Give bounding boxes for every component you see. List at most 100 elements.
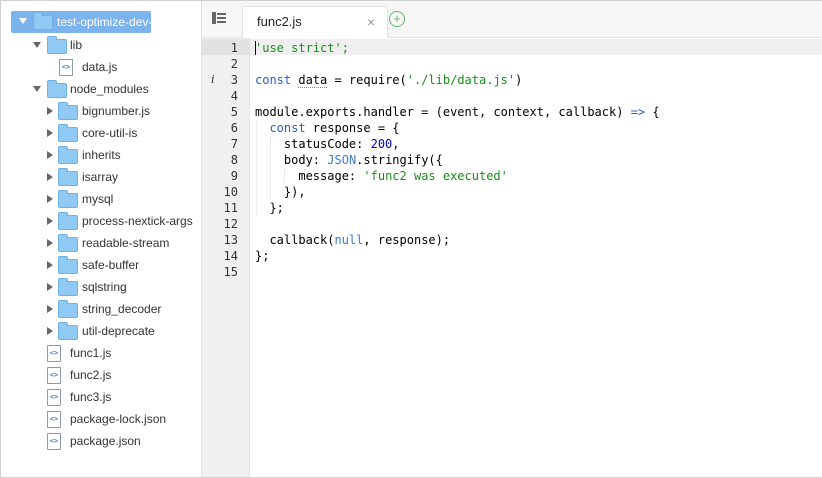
tree-label: package-lock.json (70, 412, 167, 426)
tree-label: safe-buffer (82, 258, 140, 272)
code-text: ) (515, 73, 523, 87)
string-token: 'use strict'; (255, 41, 349, 55)
code-text: response = { (305, 121, 400, 135)
code-line-8[interactable]: body: JSON.stringify({ (255, 152, 443, 168)
code-line-5[interactable]: module.exports.handler = (event, context… (255, 104, 660, 120)
tree-folder-node-modules[interactable]: node_modules (1, 79, 181, 99)
chevron-right-icon[interactable] (47, 261, 53, 269)
code-line-9[interactable]: message: 'func2 was executed' (255, 168, 508, 184)
tree-label: isarray (82, 170, 119, 184)
code-text: body: (283, 153, 328, 167)
tree-file-data-js[interactable]: data.js (1, 57, 181, 77)
folder-icon (47, 36, 67, 54)
tree-file[interactable]: package.json (1, 431, 181, 451)
line-number: 14 (223, 249, 238, 263)
tree-label: sqlstring (82, 280, 127, 294)
chevron-right-icon[interactable] (47, 217, 53, 225)
folder-icon (58, 124, 78, 142)
tab-title: func2.js (257, 14, 302, 29)
builtin-token: JSON (327, 153, 357, 167)
number-token: 200 (370, 137, 393, 151)
keyword-token: const (255, 73, 292, 87)
chevron-right-icon[interactable] (47, 239, 53, 247)
arrow-token: => (630, 105, 646, 119)
line-number: 13 (223, 233, 238, 247)
tab-func2-js[interactable]: func2.js × (242, 6, 388, 38)
tree-root-folder[interactable]: test-optimize-dev-fu (1, 11, 162, 33)
chevron-right-icon[interactable] (47, 195, 53, 203)
chevron-right-icon[interactable] (47, 327, 53, 335)
code-line-13[interactable]: callback(null, response); (255, 232, 450, 248)
tree-module-folder[interactable]: mysql (1, 189, 191, 209)
tree-module-folder[interactable]: process-nextick-args (1, 211, 193, 231)
code-text: module.exports.handler = (event, context… (255, 105, 631, 119)
tree-file[interactable]: func1.js (1, 343, 181, 363)
close-icon[interactable]: × (367, 14, 375, 30)
variable-token: data (298, 73, 328, 88)
code-text: statusCode: (283, 137, 371, 151)
tab-menu-icon[interactable] (212, 12, 226, 24)
code-text: }; (255, 249, 270, 263)
folder-icon (58, 256, 78, 274)
tree-module-folder[interactable]: isarray (1, 167, 191, 187)
code-line-11[interactable]: }; (255, 200, 284, 216)
line-number: 4 (230, 89, 238, 103)
chevron-right-icon[interactable] (47, 107, 53, 115)
chevron-right-icon[interactable] (47, 305, 53, 313)
code-line-14[interactable]: }; (255, 248, 269, 264)
code-line-6[interactable]: const response = { (255, 120, 400, 136)
tree-file[interactable]: func3.js (1, 387, 181, 407)
chevron-down-icon[interactable] (19, 18, 27, 24)
tree-module-folder[interactable]: inherits (1, 145, 191, 165)
code-text: }), (283, 185, 306, 199)
chevron-right-icon[interactable] (47, 283, 53, 291)
tree-module-folder[interactable]: bignumber.js (1, 101, 191, 121)
tree-module-folder[interactable]: util-deprecate (1, 321, 191, 341)
code-text: .stringify({ (356, 153, 443, 167)
line-number: 8 (230, 153, 238, 167)
tree-folder-lib[interactable]: lib (1, 35, 181, 55)
tree-module-folder[interactable]: core-util-is (1, 123, 191, 143)
line-number: 10 (223, 185, 238, 199)
code-line-1[interactable]: 'use strict'; (255, 40, 349, 56)
line-number: 12 (223, 217, 238, 231)
tree-label: data.js (82, 60, 118, 74)
tree-label: util-deprecate (82, 324, 155, 338)
tree-label: bignumber.js (82, 104, 151, 118)
tree-label: func1.js (70, 346, 112, 360)
folder-icon (58, 234, 78, 252)
tree-module-folder[interactable]: sqlstring (1, 277, 191, 297)
code-text: , (392, 137, 400, 151)
chevron-right-icon[interactable] (47, 151, 53, 159)
folder-icon (58, 300, 78, 318)
js-file-icon (47, 345, 61, 362)
tree-module-folder[interactable]: safe-buffer (1, 255, 191, 275)
tree-module-folder[interactable]: readable-stream (1, 233, 191, 253)
folder-icon (58, 168, 78, 186)
code-line-7[interactable]: statusCode: 200, (255, 136, 400, 152)
code-text: }; (269, 201, 284, 215)
chevron-down-icon[interactable] (33, 42, 41, 48)
tree-label: func3.js (70, 390, 112, 404)
tree-module-folder[interactable]: string_decoder (1, 299, 191, 319)
code-line-3[interactable]: const data = require('./lib/data.js') (255, 72, 522, 88)
line-number: 11 (223, 201, 238, 215)
tree-label: process-nextick-args (82, 214, 193, 228)
folder-icon (58, 190, 78, 208)
code-text: message: (298, 169, 364, 183)
chevron-right-icon[interactable] (47, 129, 53, 137)
tree-file[interactable]: package-lock.json (1, 409, 181, 429)
add-tab-icon[interactable]: + (389, 11, 405, 27)
folder-icon (58, 102, 78, 120)
json-file-icon (47, 433, 61, 450)
line-number: 9 (230, 169, 238, 183)
tree-file[interactable]: func2.js (1, 365, 181, 385)
line-number: 5 (230, 105, 238, 119)
code-line-10[interactable]: }), (255, 184, 306, 200)
tab-bar: func2.js × + (202, 1, 822, 38)
chevron-right-icon[interactable] (47, 173, 53, 181)
chevron-down-icon[interactable] (33, 86, 41, 92)
code-text: { (645, 105, 660, 119)
line-number: 15 (223, 265, 238, 279)
code-editor: func2.js × + 1 2 i 3 4 5 6 7 8 9 10 11 1… (202, 1, 822, 477)
